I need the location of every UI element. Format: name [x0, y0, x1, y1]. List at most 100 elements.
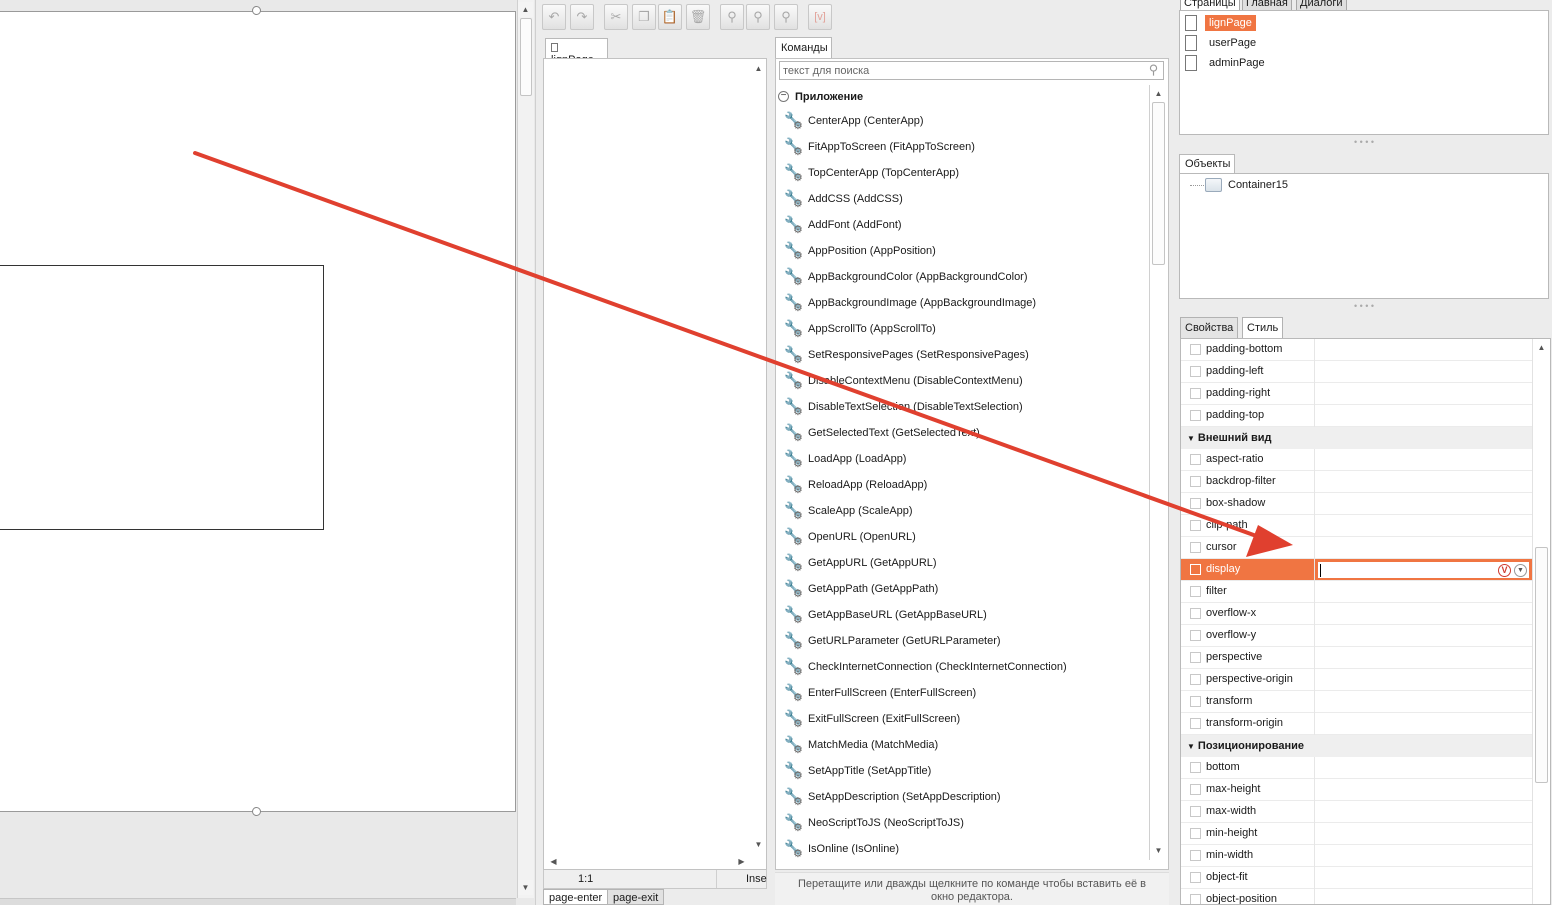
command-item[interactable]: 🔧 ⚙ GetAppPath (GetAppPath) [784, 578, 1144, 600]
property-checkbox[interactable] [1190, 542, 1201, 553]
command-item[interactable]: 🔧 ⚙ AppBackgroundImage (AppBackgroundImage… [784, 292, 1144, 314]
scroll-up-icon[interactable]: ▲ [1151, 86, 1166, 101]
command-item[interactable]: 🔧 ⚙ SetAppDescription (SetAppDescription) [784, 786, 1144, 808]
command-item[interactable]: 🔧 ⚙ TopCenterApp (TopCenterApp) [784, 162, 1144, 184]
property-row-padding-left[interactable]: padding-left [1181, 361, 1532, 383]
command-item[interactable]: 🔧 ⚙ GetSelectedText (GetSelectedText) [784, 422, 1144, 444]
tab-style[interactable]: Стиль [1242, 317, 1284, 340]
command-item[interactable]: 🔧 ⚙ SetResponsivePages (SetResponsivePages… [784, 344, 1144, 366]
tab-pages[interactable]: Страницы [1180, 0, 1240, 10]
undo-icon[interactable]: ↶ [542, 4, 566, 30]
command-item[interactable]: 🔧 ⚙ AddCSS (AddCSS) [784, 188, 1144, 210]
editor-tab-lignpage[interactable]: lignPage [545, 38, 608, 66]
property-checkbox[interactable] [1190, 630, 1201, 641]
editor-vertical-scrollbar[interactable]: ▲ ▼ [751, 59, 766, 854]
command-item[interactable]: 🔧 ⚙ AppPosition (AppPosition) [784, 240, 1144, 262]
command-item[interactable]: 🔧 ⚙ FitAppToScreen (FitAppToScreen) [784, 136, 1144, 158]
page-item-lignpage[interactable]: lignPage [1185, 13, 1256, 32]
property-checkbox[interactable] [1190, 828, 1201, 839]
command-item[interactable]: 🔧 ⚙ DisableContextMenu (DisableContextMenu… [784, 370, 1144, 392]
property-row-overflow-x[interactable]: overflow-x [1181, 603, 1532, 625]
scroll-left-icon[interactable]: ◀ [546, 854, 561, 869]
replace-icon[interactable]: ⚲ [774, 4, 798, 30]
copy-icon[interactable]: ❐ [632, 4, 656, 30]
tab-dialogs[interactable]: Диалоги [1296, 0, 1347, 10]
property-checkbox[interactable] [1190, 498, 1201, 509]
tab-page-enter[interactable]: page-enter [543, 889, 609, 905]
commands-vertical-scrollbar[interactable]: ▲ ▼ [1149, 85, 1167, 860]
property-group-header[interactable]: ▼ Позиционирование [1181, 735, 1532, 757]
command-item[interactable]: 🔧 ⚙ MatchMedia (MatchMedia) [784, 734, 1144, 756]
property-row-max-width[interactable]: max-width [1181, 801, 1532, 823]
property-row-transform[interactable]: transform [1181, 691, 1532, 713]
resize-handle-bottom[interactable] [252, 807, 261, 816]
property-checkbox[interactable] [1190, 520, 1201, 531]
property-row-transform-origin[interactable]: transform-origin [1181, 713, 1532, 735]
panel-splitter[interactable]: • • • • [1179, 138, 1549, 147]
property-row-box-shadow[interactable]: box-shadow [1181, 493, 1532, 515]
property-row-min-width[interactable]: min-width [1181, 845, 1532, 867]
command-item[interactable]: 🔧 ⚙ AppScrollTo (AppScrollTo) [784, 318, 1144, 340]
property-row-overflow-y[interactable]: overflow-y [1181, 625, 1532, 647]
tab-main[interactable]: Главная [1242, 0, 1292, 10]
command-item[interactable]: 🔧 ⚙ GetAppBaseURL (GetAppBaseURL) [784, 604, 1144, 626]
property-checkbox[interactable] [1190, 586, 1201, 597]
property-row-perspective-origin[interactable]: perspective-origin [1181, 669, 1532, 691]
tab-commands[interactable]: Команды [775, 37, 832, 59]
page-item-userpage[interactable]: userPage [1185, 33, 1260, 52]
paste-icon[interactable]: 📋 [658, 4, 682, 30]
property-row-aspect-ratio[interactable]: aspect-ratio [1181, 449, 1532, 471]
canvas-vertical-scrollbar[interactable]: ▲ ▼ [517, 0, 534, 898]
command-item[interactable]: 🔧 ⚙ NeoScriptToJS (NeoScriptToJS) [784, 812, 1144, 834]
command-item[interactable]: 🔧 ⚙ EnterFullScreen (EnterFullScreen) [784, 682, 1144, 704]
property-checkbox[interactable] [1190, 564, 1201, 575]
property-checkbox[interactable] [1190, 454, 1201, 465]
property-checkbox[interactable] [1190, 652, 1201, 663]
scroll-thumb[interactable] [1152, 102, 1165, 265]
tab-page-exit[interactable]: page-exit [607, 889, 665, 905]
property-row-perspective[interactable]: perspective [1181, 647, 1532, 669]
property-checkbox[interactable] [1190, 366, 1201, 377]
property-group-header[interactable]: ▼ Внешний вид [1181, 427, 1532, 449]
property-checkbox[interactable] [1190, 894, 1201, 904]
expand-triangle-icon[interactable]: ▼ [1187, 434, 1195, 443]
property-row-backdrop-filter[interactable]: backdrop-filter [1181, 471, 1532, 493]
property-checkbox[interactable] [1190, 762, 1201, 773]
variable-icon[interactable]: [v] [808, 4, 832, 30]
command-item[interactable]: 🔧 ⚙ OpenURL (OpenURL) [784, 526, 1144, 548]
command-item[interactable]: 🔧 ⚙ ScaleApp (ScaleApp) [784, 500, 1144, 522]
property-checkbox[interactable] [1190, 674, 1201, 685]
property-row-filter[interactable]: filter [1181, 581, 1532, 603]
command-item[interactable]: 🔧 ⚙ CheckInternetConnection (CheckInternet… [784, 656, 1144, 678]
property-checkbox[interactable] [1190, 784, 1201, 795]
property-checkbox[interactable] [1190, 344, 1201, 355]
property-row-object-fit[interactable]: object-fit [1181, 867, 1532, 889]
tab-properties[interactable]: Свойства [1180, 317, 1239, 339]
code-editor[interactable]: ▲ ▼ ◀ ▶ [543, 58, 767, 870]
property-row-max-height[interactable]: max-height [1181, 779, 1532, 801]
scroll-down-icon[interactable]: ▼ [751, 837, 766, 852]
scroll-up-icon[interactable]: ▲ [751, 61, 766, 76]
property-checkbox[interactable] [1190, 850, 1201, 861]
property-checkbox[interactable] [1190, 718, 1201, 729]
redo-icon[interactable]: ↷ [570, 4, 594, 30]
page-item-adminpage[interactable]: adminPage [1185, 53, 1269, 72]
command-item[interactable]: 🔧 ⚙ AppBackgroundColor (AppBackgroundColor… [784, 266, 1144, 288]
property-row-clip-path[interactable]: clip-path [1181, 515, 1532, 537]
find-icon[interactable]: ⚲ [720, 4, 744, 30]
command-item[interactable]: 🔧 ⚙ IsOnline (IsOnline) [784, 838, 1144, 860]
property-row-padding-right[interactable]: padding-right [1181, 383, 1532, 405]
command-item[interactable]: 🔧 ⚙ ExitFullScreen (ExitFullScreen) [784, 708, 1144, 730]
editor-horizontal-scrollbar[interactable]: ◀ ▶ [544, 854, 751, 869]
scroll-thumb[interactable] [520, 18, 532, 96]
group-header-application[interactable]: − Приложение [778, 89, 1148, 104]
command-item[interactable]: 🔧 ⚙ CenterApp (CenterApp) [784, 110, 1144, 132]
command-item[interactable]: 🔧 ⚙ GetAppURL (GetAppURL) [784, 552, 1144, 574]
scroll-down-icon[interactable]: ▼ [1151, 843, 1166, 858]
property-checkbox[interactable] [1190, 410, 1201, 421]
command-item[interactable]: 🔧 ⚙ SetAppTitle (SetAppTitle) [784, 760, 1144, 782]
property-checkbox[interactable] [1190, 696, 1201, 707]
scroll-down-icon[interactable]: ▼ [518, 880, 533, 895]
cut-icon[interactable]: ✂ [604, 4, 628, 30]
scroll-right-icon[interactable]: ▶ [734, 854, 749, 869]
